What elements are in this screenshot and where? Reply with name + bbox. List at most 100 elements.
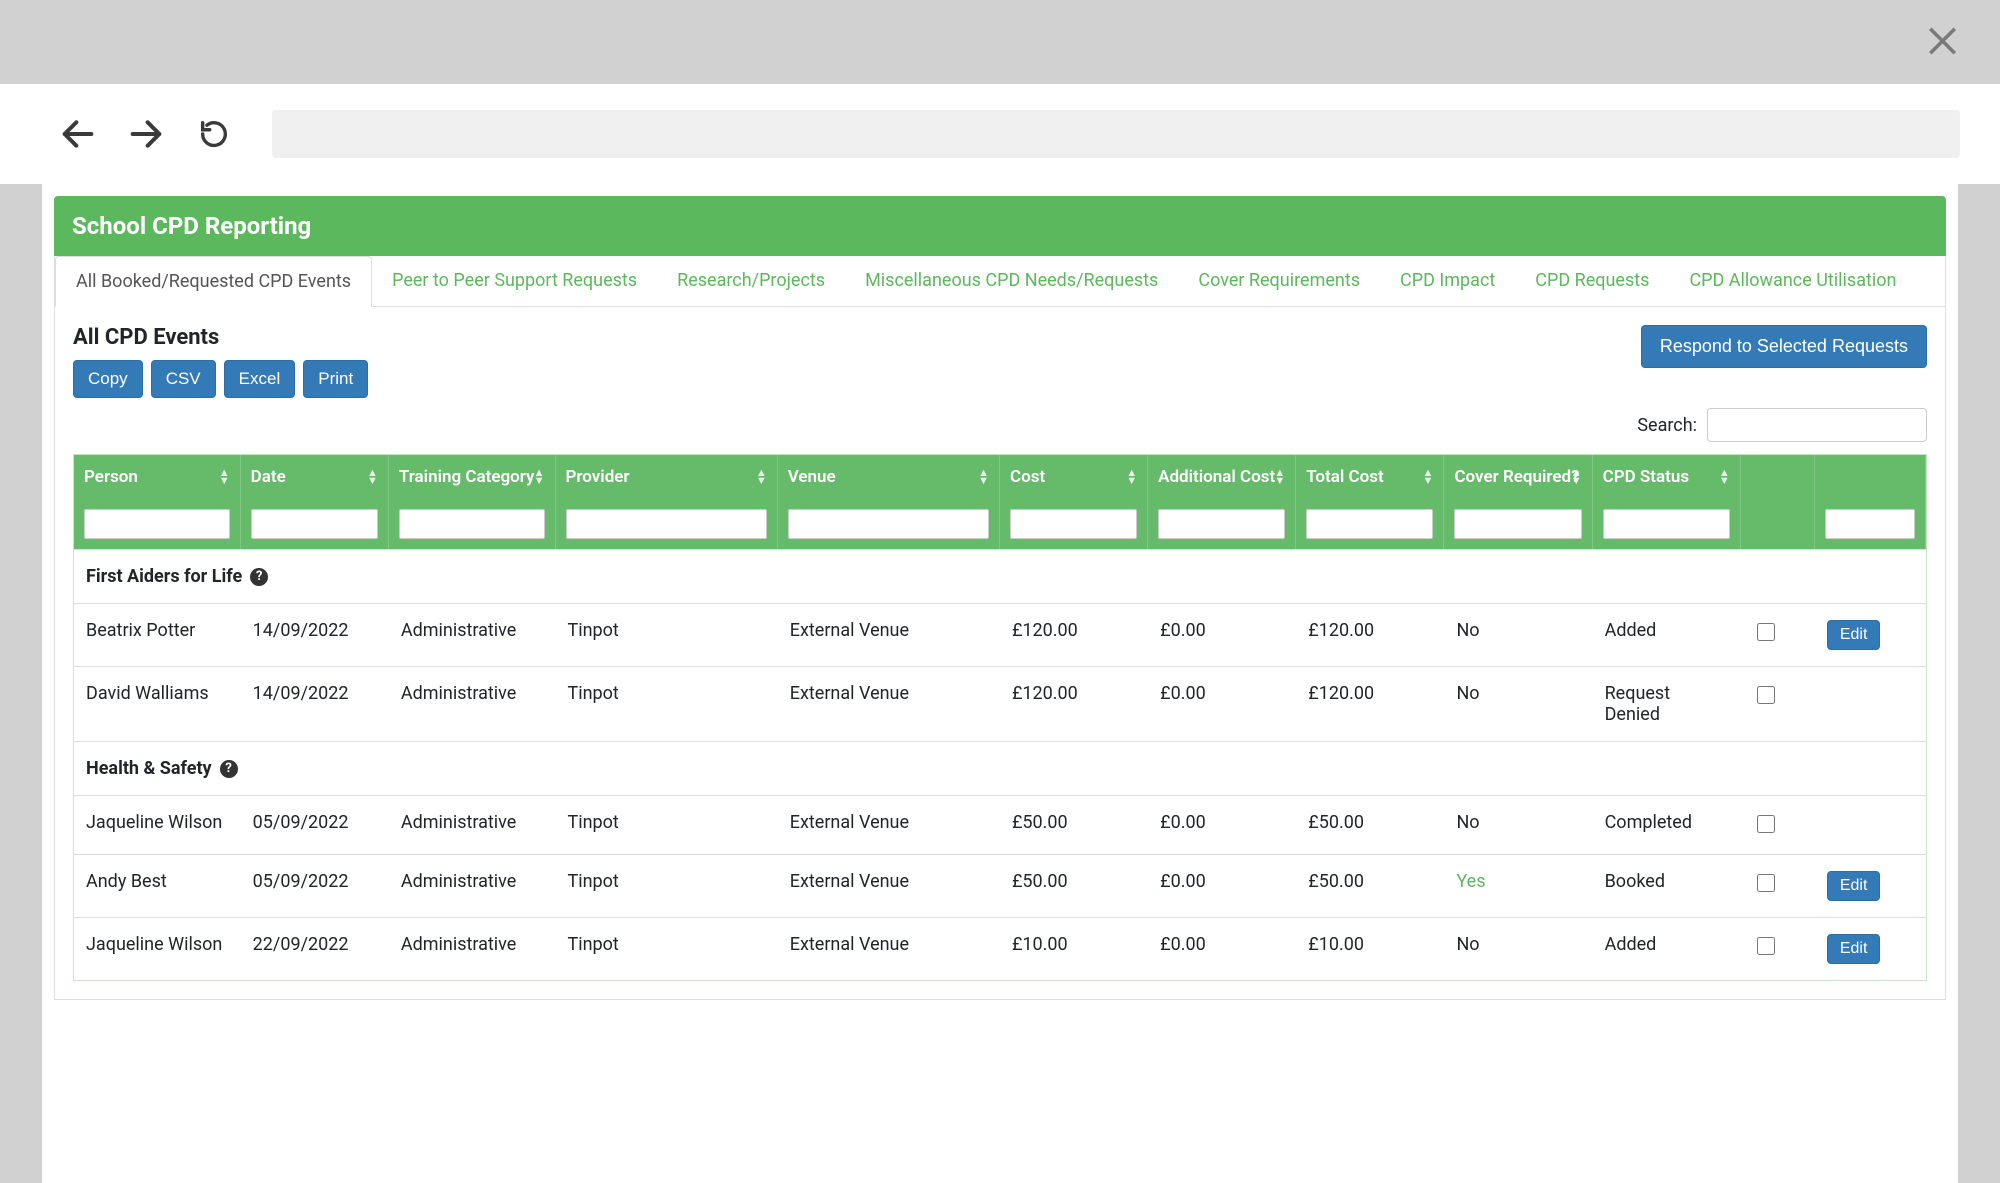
print-button[interactable]: Print [303, 360, 368, 398]
excel-button[interactable]: Excel [224, 360, 296, 398]
tab-impact[interactable]: CPD Impact [1380, 256, 1515, 306]
cell: External Venue [778, 854, 1000, 917]
cell: £120.00 [1000, 603, 1148, 666]
column-filter[interactable] [1010, 509, 1137, 539]
column-header[interactable] [1741, 455, 1815, 499]
group-header: Health & Safety? [74, 741, 1926, 795]
row-select-checkbox[interactable] [1757, 874, 1775, 892]
help-icon[interactable]: ? [250, 568, 268, 586]
row-select-checkbox[interactable] [1757, 815, 1775, 833]
column-filter[interactable] [1603, 509, 1730, 539]
sort-icon[interactable]: ▲▼ [1719, 469, 1730, 485]
table-row: David Walliams14/09/2022AdministrativeTi… [74, 666, 1926, 741]
column-filter[interactable] [1158, 509, 1285, 539]
column-header[interactable]: Date▲▼ [241, 455, 389, 499]
cell: £50.00 [1296, 795, 1444, 854]
cell: Administrative [389, 917, 556, 980]
copy-button[interactable]: Copy [73, 360, 143, 398]
cell: Tinpot [556, 603, 778, 666]
sort-icon[interactable]: ▲▼ [534, 469, 545, 485]
csv-button[interactable]: CSV [151, 360, 216, 398]
cell: Added [1593, 603, 1741, 666]
forward-icon[interactable] [124, 112, 168, 156]
cell: Administrative [389, 854, 556, 917]
column-filter[interactable] [1306, 509, 1433, 539]
column-header[interactable]: Cover Required?▲▼ [1444, 455, 1592, 499]
row-select-checkbox[interactable] [1757, 686, 1775, 704]
table-row: Jaqueline Wilson22/09/2022Administrative… [74, 917, 1926, 980]
column-header[interactable] [1815, 455, 1926, 499]
table-row: Andy Best05/09/2022AdministrativeTinpotE… [74, 854, 1926, 917]
tab-allowance[interactable]: CPD Allowance Utilisation [1669, 256, 1916, 306]
column-header[interactable]: CPD Status▲▼ [1593, 455, 1741, 499]
cell: Completed [1593, 795, 1741, 854]
edit-button[interactable]: Edit [1827, 871, 1881, 901]
sort-icon[interactable]: ▲▼ [219, 469, 230, 485]
column-filter[interactable] [84, 509, 230, 539]
group-header: First Aiders for Life? [74, 549, 1926, 603]
cell: Request Denied [1593, 666, 1741, 741]
url-bar[interactable] [272, 110, 1960, 158]
close-icon[interactable] [1920, 16, 1970, 66]
cell: External Venue [778, 795, 1000, 854]
cell: £120.00 [1000, 666, 1148, 741]
help-icon[interactable]: ? [220, 760, 238, 778]
cell: Added [1593, 917, 1741, 980]
tab-peer[interactable]: Peer to Peer Support Requests [372, 256, 657, 306]
column-header[interactable]: Training Category▲▼ [389, 455, 556, 499]
cell: £50.00 [1000, 854, 1148, 917]
cell: 05/09/2022 [241, 854, 389, 917]
column-header[interactable]: Total Cost▲▼ [1296, 455, 1444, 499]
column-header[interactable]: Provider▲▼ [556, 455, 778, 499]
cell: David Walliams [74, 666, 241, 741]
sort-icon[interactable]: ▲▼ [756, 469, 767, 485]
cell: Administrative [389, 666, 556, 741]
tab-research[interactable]: Research/Projects [657, 256, 845, 306]
edit-button[interactable]: Edit [1827, 620, 1881, 650]
cell: £0.00 [1148, 917, 1296, 980]
column-filter[interactable] [1825, 509, 1915, 539]
sort-icon[interactable]: ▲▼ [978, 469, 989, 485]
tabs: All Booked/Requested CPD EventsPeer to P… [55, 256, 1945, 307]
sort-icon[interactable]: ▲▼ [1274, 469, 1285, 485]
column-header[interactable]: Venue▲▼ [778, 455, 1000, 499]
edit-button[interactable]: Edit [1827, 934, 1881, 964]
cell: Andy Best [74, 854, 241, 917]
cell: 22/09/2022 [241, 917, 389, 980]
cell: £0.00 [1148, 666, 1296, 741]
sort-icon[interactable]: ▲▼ [1126, 469, 1137, 485]
cell: External Venue [778, 917, 1000, 980]
column-filter[interactable] [1454, 509, 1581, 539]
column-filter[interactable] [399, 509, 545, 539]
tab-cover[interactable]: Cover Requirements [1178, 256, 1380, 306]
cell: Jaqueline Wilson [74, 917, 241, 980]
cell: 05/09/2022 [241, 795, 389, 854]
column-header[interactable]: Person▲▼ [74, 455, 241, 499]
section-title: All CPD Events [73, 325, 368, 350]
row-select-checkbox[interactable] [1757, 623, 1775, 641]
sort-icon[interactable]: ▲▼ [1423, 469, 1434, 485]
cell: Beatrix Potter [74, 603, 241, 666]
column-header[interactable]: Additional Cost▲▼ [1148, 455, 1296, 499]
column-filter[interactable] [566, 509, 767, 539]
row-select-checkbox[interactable] [1757, 937, 1775, 955]
tab-misc[interactable]: Miscellaneous CPD Needs/Requests [845, 256, 1178, 306]
cell: External Venue [778, 603, 1000, 666]
back-icon[interactable] [56, 112, 100, 156]
respond-button[interactable]: Respond to Selected Requests [1641, 325, 1927, 368]
column-filter[interactable] [251, 509, 378, 539]
reload-icon[interactable] [192, 112, 236, 156]
search-input[interactable] [1707, 408, 1927, 442]
cell: No [1444, 603, 1592, 666]
sort-icon[interactable]: ▲▼ [367, 469, 378, 485]
table-row: Beatrix Potter14/09/2022AdministrativeTi… [74, 603, 1926, 666]
export-buttons: CopyCSVExcelPrint [73, 360, 368, 398]
column-filter[interactable] [788, 509, 989, 539]
cell: 14/09/2022 [241, 603, 389, 666]
tab-all[interactable]: All Booked/Requested CPD Events [55, 256, 372, 307]
cell: No [1444, 666, 1592, 741]
tab-requests[interactable]: CPD Requests [1515, 256, 1669, 306]
cell: Jaqueline Wilson [74, 795, 241, 854]
sort-icon[interactable]: ▲▼ [1571, 469, 1582, 485]
column-header[interactable]: Cost▲▼ [1000, 455, 1148, 499]
